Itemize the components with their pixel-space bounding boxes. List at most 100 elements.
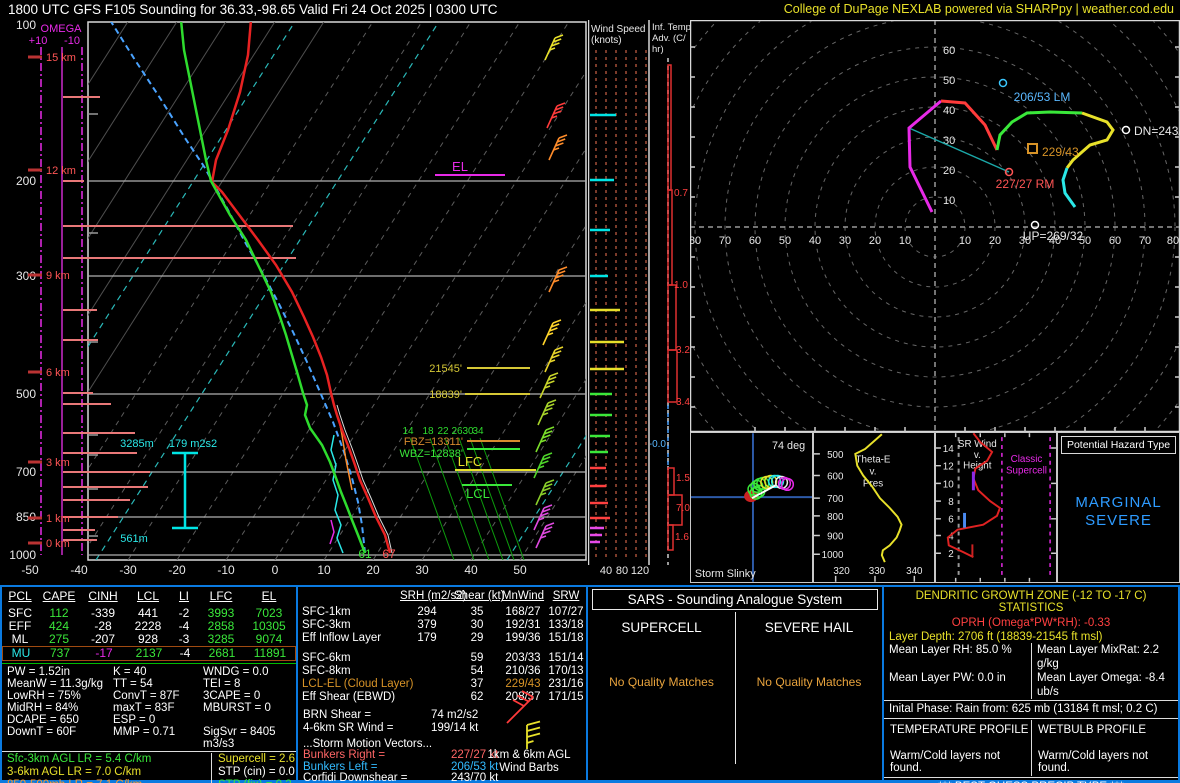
sfc-dewpoint-value: 61	[358, 547, 372, 561]
table-row: SFC-3km 379 30 192/31 133/18	[302, 619, 584, 631]
svg-text:6 km: 6 km	[46, 367, 70, 379]
mean-wind-label: 229/43	[1042, 145, 1079, 159]
svg-text:50: 50	[779, 235, 791, 247]
stats-footer: PCL CAPE CINH LCL LI LFC EL SFC 112 -339 441 …	[0, 585, 1180, 783]
svg-text:15 km: 15 km	[46, 52, 76, 64]
divider	[884, 718, 1178, 719]
svg-text:SR Wind: SR Wind	[958, 439, 997, 450]
svg-text:Adv. (C/: Adv. (C/	[652, 33, 686, 44]
dgz-bottom-label: 18839'	[429, 389, 462, 401]
profile-checks: TEMPERATURE PROFILE Warm/Cold layers not…	[884, 720, 1178, 776]
divider	[884, 777, 1178, 778]
svg-text:0 km: 0 km	[46, 538, 70, 550]
svg-text:1.6: 1.6	[675, 532, 689, 543]
parcel-stats-panel: PCL CAPE CINH LCL LI LFC EL SFC 112 -339 441 …	[2, 587, 298, 783]
svg-text:-20: -20	[168, 563, 186, 577]
eff-top-label: 3285m	[120, 438, 154, 450]
sars-columns: SUPERCELL No Quality Matches SEVERE HAIL…	[588, 612, 882, 764]
hazard-value: MARGINAL SEVERE	[1075, 494, 1162, 529]
sars-title: SARS - Sounding Analogue System	[592, 589, 878, 610]
svg-text:320: 320	[833, 566, 850, 577]
svg-text:1 km: 1 km	[46, 513, 70, 525]
hazard-panel: Potential Hazard Type MARGINAL SEVERE	[1057, 432, 1180, 583]
svg-text:6: 6	[948, 515, 954, 526]
svg-text:700: 700	[827, 494, 844, 505]
svg-text:2: 2	[948, 549, 953, 560]
kinematics-panel: SRH (m2/s2) Shear (kt) MnWind SRW SFC-1km 2…	[298, 587, 588, 783]
eff-srh-label: 179 m2s2	[169, 438, 217, 450]
hodograph: 1020 3040 5060 80 70 60 50 40 30 20 10 10 20 …	[690, 20, 1180, 432]
svg-text:7.0: 7.0	[676, 503, 690, 514]
svg-text:Supercell: Supercell	[1006, 466, 1047, 477]
svg-text:10: 10	[317, 563, 331, 577]
dgz-mean-stats: Mean Layer PW: 0.0 in Mean Layer Omega: …	[884, 671, 1178, 699]
svg-text:40: 40	[464, 563, 478, 577]
svg-text:-10: -10	[217, 563, 235, 577]
barb-caption: 1km & 6km AGL Wind Barbs	[487, 749, 571, 774]
agl-wind-barbs	[506, 690, 541, 749]
table-row-ml: ML 275 -207 928 -3 3285 9074	[11, 632, 283, 646]
temperature-axis-labels: -50 -40 -30 -20 -10 0 10 20 30 40 50	[21, 563, 527, 577]
svg-text:20: 20	[989, 235, 1001, 247]
svg-text:500: 500	[16, 387, 36, 401]
svg-text:14: 14	[943, 444, 954, 455]
temp-advection-panel: Inf. Temp. Adv. (C/ hr) 0.7 1.0 3.2 3.4 …	[650, 22, 690, 565]
svg-text:120: 120	[631, 565, 649, 577]
skewt-diagram: 100 200 300 500 700 850 1000 -50 -40 -30-…	[9, 20, 587, 577]
sharppy-sounding-app: 1800 UTC GFS F105 Sounding for 36.33,-98…	[0, 0, 1180, 783]
sars-hail-column: SEVERE HAIL No Quality Matches	[735, 612, 882, 764]
svg-text:-50: -50	[21, 563, 39, 577]
up-label: UP=269/32	[1023, 229, 1084, 243]
wind-speed-panel: Wind Speed (knots) 40 80 120	[588, 20, 650, 577]
svg-text:+10: +10	[29, 35, 48, 47]
svg-text:3.2: 3.2	[676, 345, 690, 356]
svg-text:30: 30	[415, 563, 429, 577]
lm-label: 206/53 LM	[1014, 90, 1071, 104]
svg-text:hr): hr)	[652, 44, 664, 55]
svg-text:50: 50	[943, 75, 955, 87]
omega-title: OMEGA	[41, 23, 83, 35]
level-annotations: EL 21545' 18839' FBZ=13311' WBZ=12838' L…	[120, 159, 536, 561]
dewpoint-trace	[179, 22, 367, 554]
svg-text:Theta-E: Theta-E	[856, 455, 891, 466]
svg-text:-0.0: -0.0	[650, 439, 666, 450]
sounding-traces	[110, 22, 393, 554]
classic-supercell-label: ClassicSupercell	[1006, 454, 1047, 477]
dgz-title: DENDRITIC GROWTH ZONE (-12 TO -17 C) STA…	[915, 590, 1147, 614]
table-row: SFC-1km 294 35 168/27 107/27	[302, 606, 584, 618]
lfc-label: LFC	[458, 454, 483, 469]
fbz-label: FBZ=13311'	[404, 436, 463, 448]
svg-text:1000: 1000	[822, 550, 844, 561]
el-label: EL	[452, 159, 468, 174]
sars-hail-matches: No Quality Matches	[756, 675, 862, 689]
svg-text:3.4: 3.4	[676, 397, 690, 408]
svg-text:70: 70	[1139, 235, 1151, 247]
svg-text:v.: v.	[974, 450, 981, 461]
divider	[884, 700, 1178, 701]
svg-text:80: 80	[690, 235, 701, 247]
hazard-title: Potential Hazard Type	[1061, 436, 1176, 454]
svg-text:10: 10	[899, 235, 911, 247]
svg-text:60: 60	[749, 235, 761, 247]
lcl-label: LCL	[466, 486, 490, 501]
sfc-temp-value: 67	[382, 547, 396, 561]
svg-text:9 km: 9 km	[46, 270, 70, 282]
svg-text:700: 700	[16, 465, 36, 479]
thetae-curve	[854, 433, 903, 563]
svg-text:100: 100	[16, 20, 36, 32]
wetbulb-magenta	[329, 519, 335, 545]
temperature-trace	[210, 22, 392, 554]
svg-text:3 km: 3 km	[46, 457, 70, 469]
svg-text:340: 340	[906, 566, 923, 577]
wetbulb-profile-check: WETBULB PROFILE Warm/Cold layers not fou…	[1031, 720, 1178, 776]
title-bar: 1800 UTC GFS F105 Sounding for 36.33,-98…	[0, 0, 1180, 20]
svg-text:60: 60	[943, 45, 955, 57]
dgz-top-label: 21545'	[429, 363, 462, 375]
svg-text:500: 500	[827, 450, 844, 461]
pressure-axis-labels: 100 200 300 500 700 850 1000	[9, 20, 36, 562]
parcel-table-header: PCL CAPE CINH LCL LI LFC EL	[8, 589, 277, 603]
svg-text:50: 50	[513, 563, 527, 577]
table-row: SFC-6km 59 203/33 151/14	[302, 652, 584, 664]
svg-text:200: 200	[16, 174, 36, 188]
svg-text:34: 34	[472, 426, 484, 437]
